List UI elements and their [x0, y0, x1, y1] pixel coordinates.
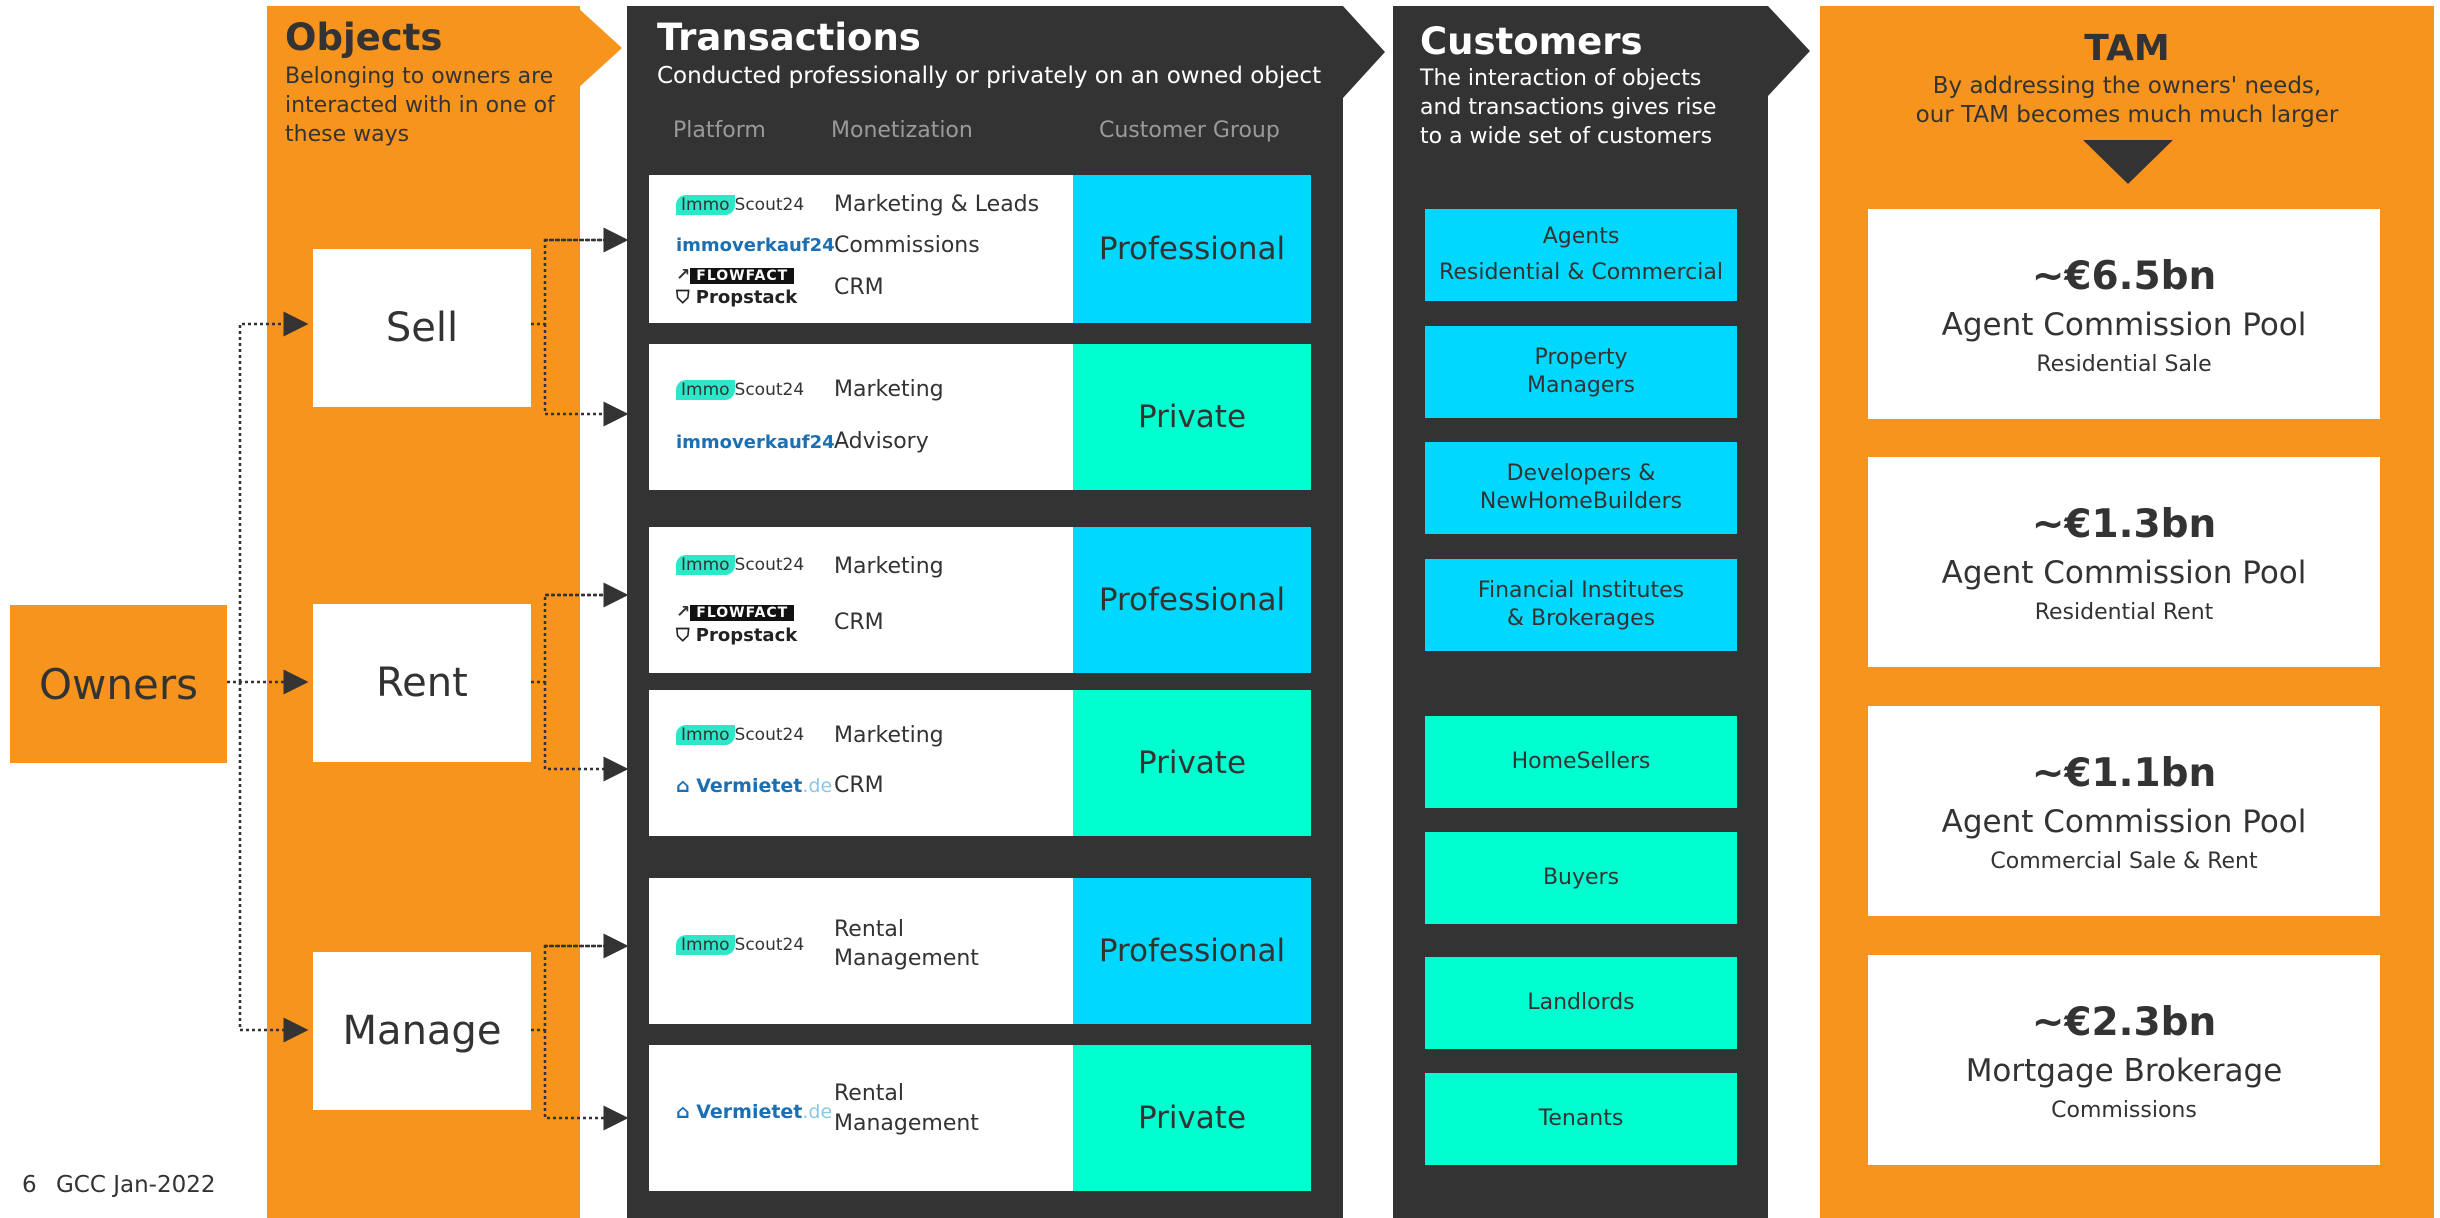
owners-to-sell-connector — [238, 311, 309, 682]
rent-to-transactions-connector — [531, 593, 626, 769]
footer: 6 GCC Jan-2022 — [22, 1172, 216, 1198]
connector-lines — [227, 227, 2440, 1218]
page-number: 6 — [22, 1172, 37, 1198]
footer-text: GCC Jan-2022 — [55, 1172, 216, 1198]
owners-to-manage-connector — [238, 682, 309, 1043]
sell-to-transactions-connector — [531, 238, 626, 414]
manage-to-transactions-connector — [531, 944, 626, 1118]
